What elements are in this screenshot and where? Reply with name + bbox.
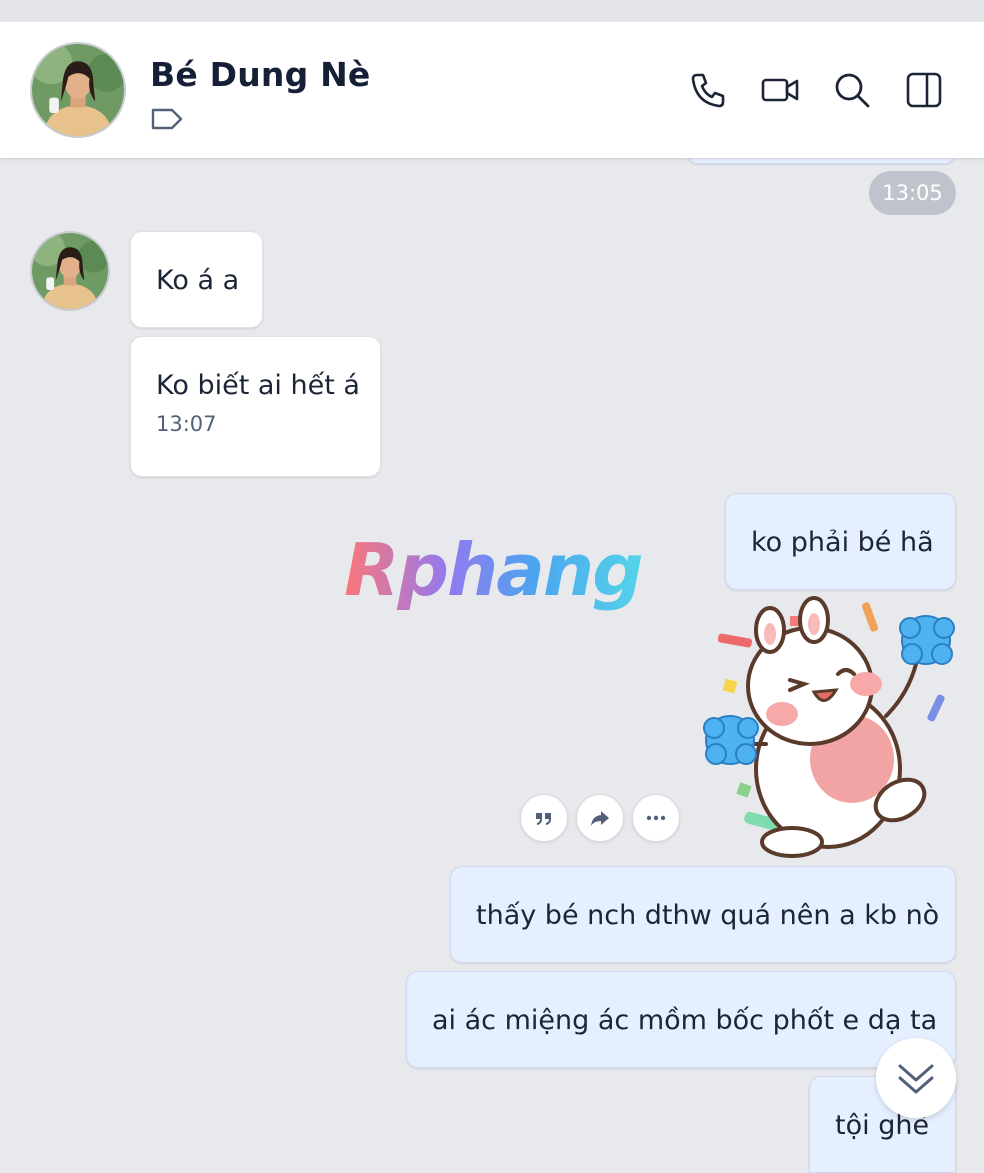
message-text: Ko á a — [156, 265, 240, 296]
message-bubble[interactable]: thấy bé nch dthw quá nên a kb nò — [450, 866, 956, 963]
avatar-photo — [32, 44, 124, 136]
message-bubble[interactable]: ai ác miệng ác mồm bốc phốt e dạ ta — [406, 971, 956, 1068]
message-text: Ko biết ai hết á — [156, 370, 360, 401]
watermark-logo: Rphang — [344, 528, 644, 612]
contact-name[interactable]: Bé Dung Nè — [150, 55, 371, 94]
scroll-to-bottom-button[interactable] — [876, 1038, 956, 1118]
message-text: ko phải bé hã — [751, 527, 934, 558]
video-call-icon[interactable] — [760, 70, 800, 110]
message-text: thấy bé nch dthw quá nên a kb nò — [476, 900, 940, 931]
contact-avatar-small[interactable] — [30, 231, 110, 311]
message-bubble[interactable]: Ko biết ai hết á 13:07 — [130, 336, 381, 477]
message-bubble[interactable]: ko phải bé hã — [725, 493, 956, 590]
contact-avatar[interactable] — [30, 42, 126, 138]
cheering-bunny-sticker[interactable] — [690, 594, 970, 864]
forward-button[interactable] — [576, 794, 624, 842]
sidebar-toggle-icon[interactable] — [904, 70, 944, 110]
avatar-photo — [32, 233, 108, 309]
more-button[interactable] — [632, 794, 680, 842]
message-bubble[interactable]: Ko á a — [130, 231, 263, 328]
message-text: ai ác miệng ác mồm bốc phốt e dạ ta — [432, 1005, 938, 1036]
forward-icon — [591, 811, 609, 826]
double-chevron-down-icon — [898, 1064, 934, 1094]
quote-icon — [536, 813, 551, 825]
timestamp-pill: 13:05 — [869, 171, 956, 215]
quote-button[interactable] — [520, 794, 568, 842]
chat-header: Bé Dung Nè — [0, 22, 984, 159]
more-icon — [646, 815, 666, 821]
message-time: 13:07 — [156, 412, 217, 436]
phone-icon[interactable] — [688, 70, 728, 110]
tag-icon[interactable] — [150, 107, 184, 131]
search-icon[interactable] — [832, 70, 872, 110]
top-strip — [0, 0, 984, 22]
